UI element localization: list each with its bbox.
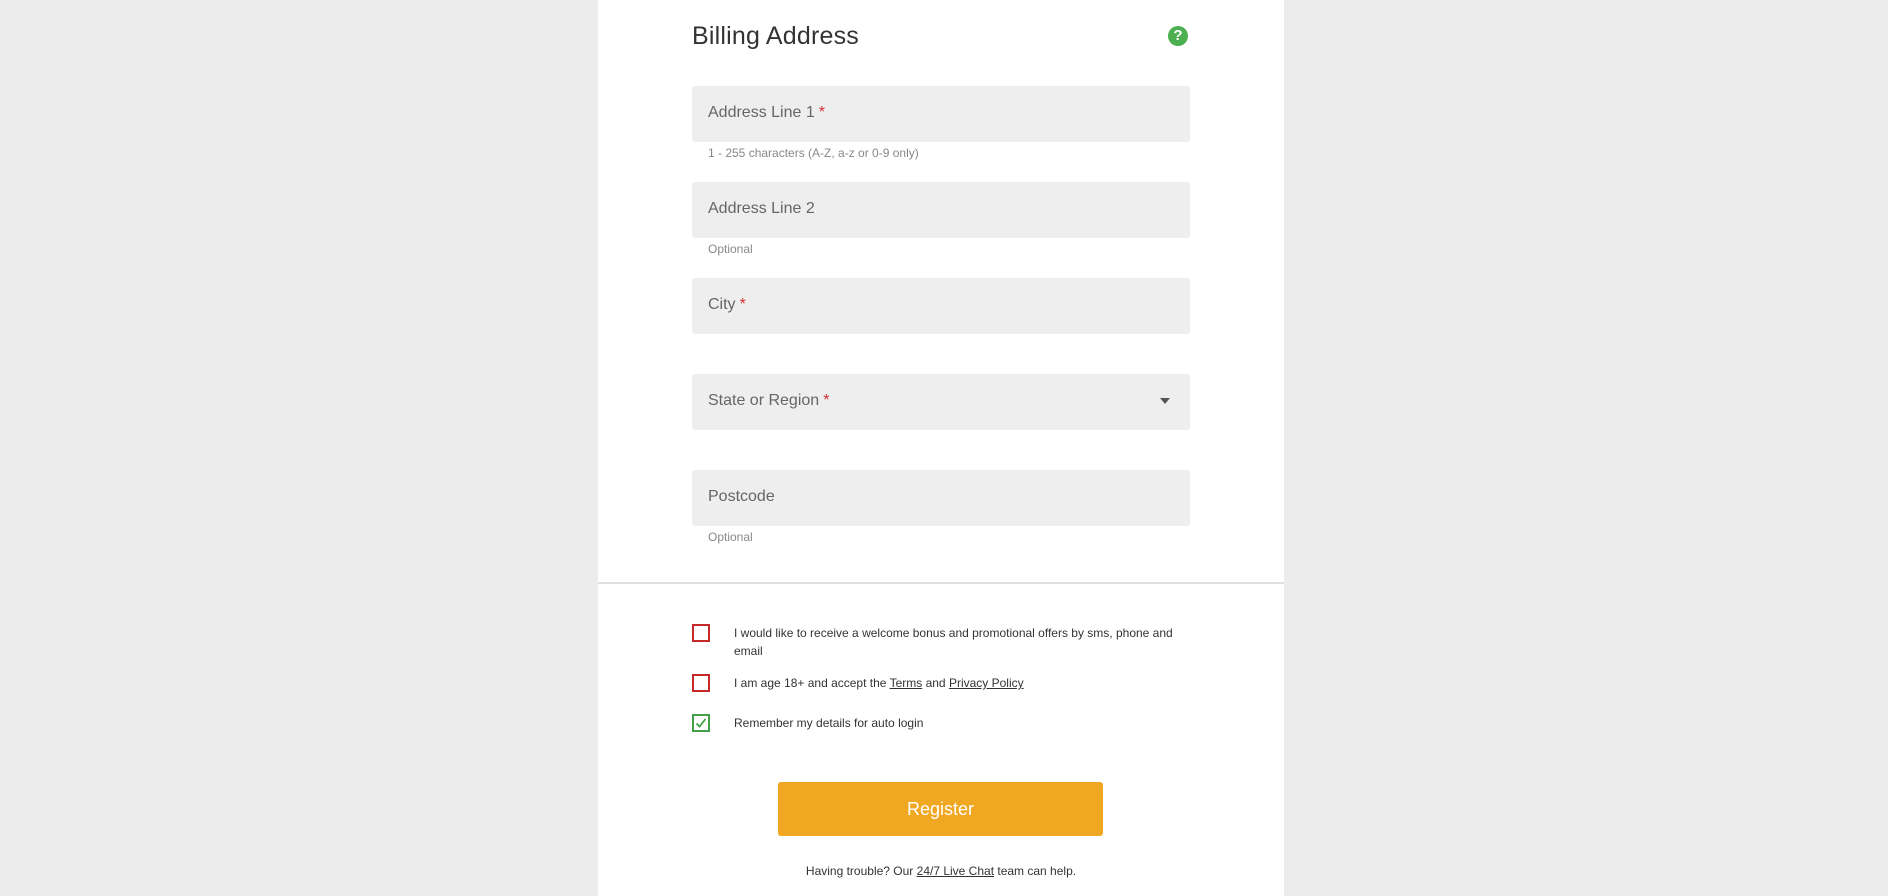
address-line-1-label: Address Line 1 * — [708, 104, 825, 121]
chevron-down-icon[interactable] — [1160, 398, 1170, 404]
state-region-label: State or Region * — [708, 392, 830, 409]
address-line-2-hint: Optional — [708, 242, 753, 256]
age-consent-checkbox[interactable] — [692, 674, 710, 692]
checkmark-icon — [695, 718, 707, 728]
required-mark: * — [818, 104, 825, 121]
privacy-policy-link[interactable]: Privacy Policy — [949, 676, 1024, 690]
address-line-1-field[interactable]: Address Line 1 * — [692, 86, 1190, 142]
help-text: Having trouble? Our 24/7 Live Chat team … — [805, 864, 1077, 878]
address-line-2-label: Address Line 2 — [708, 200, 815, 217]
promo-consent-checkbox[interactable] — [692, 624, 710, 642]
postcode-field[interactable]: Postcode — [692, 470, 1190, 526]
question-circle-icon[interactable]: ? — [1168, 26, 1188, 46]
section-divider — [598, 582, 1284, 584]
city-label: City * — [708, 296, 746, 313]
required-mark: * — [739, 296, 746, 313]
billing-address-title: Billing Address — [692, 22, 859, 50]
live-chat-link[interactable]: 24/7 Live Chat — [917, 864, 994, 878]
registration-panel: Billing Address ? Address Line 1 * 1 - 25… — [598, 0, 1284, 896]
remember-me-checkbox[interactable] — [692, 714, 710, 732]
city-field[interactable]: City * — [692, 278, 1190, 334]
age-consent-text: I am age 18+ and accept the Terms and Pr… — [734, 676, 1024, 690]
register-button[interactable]: Register — [778, 782, 1103, 836]
state-region-select[interactable]: State or Region * — [692, 374, 1190, 430]
terms-link[interactable]: Terms — [890, 676, 923, 690]
address-line-1-hint: 1 - 255 characters (A-Z, a-z or 0-9 only… — [708, 146, 919, 160]
postcode-hint: Optional — [708, 530, 753, 544]
postcode-label: Postcode — [708, 488, 775, 505]
remember-me-text: Remember my details for auto login — [734, 716, 924, 730]
promo-consent-text: I would like to receive a welcome bonus … — [734, 626, 1173, 658]
required-mark: * — [823, 392, 830, 409]
address-line-2-field[interactable]: Address Line 2 — [692, 182, 1190, 238]
